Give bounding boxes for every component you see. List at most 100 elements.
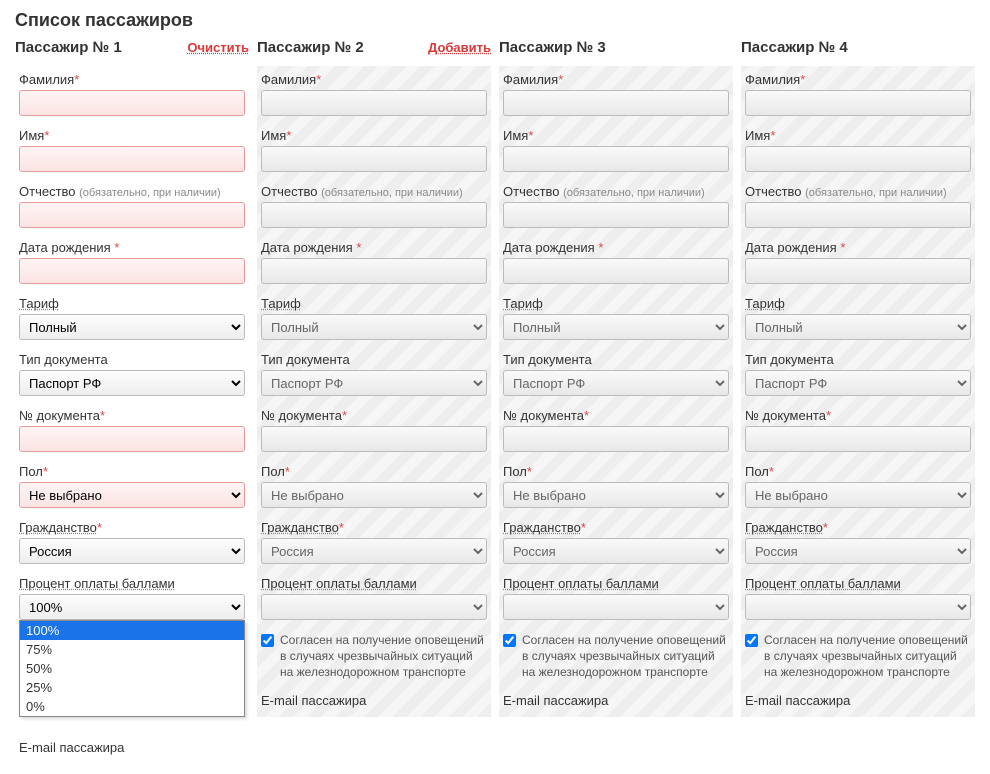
patronymic-input[interactable] bbox=[745, 202, 971, 228]
patronymic-input[interactable] bbox=[261, 202, 487, 228]
tariff-select[interactable]: Полный bbox=[261, 314, 487, 340]
gender-label: Пол* bbox=[19, 464, 245, 479]
doc-type-label: Тип документа bbox=[745, 352, 971, 367]
consent-checkbox[interactable] bbox=[261, 634, 274, 647]
surname-input[interactable] bbox=[261, 90, 487, 116]
gender-select[interactable]: Не выбрано bbox=[745, 482, 971, 508]
name-label: Имя* bbox=[261, 128, 487, 143]
citizenship-label: Гражданство* bbox=[745, 520, 971, 535]
gender-select[interactable]: Не выбрано bbox=[503, 482, 729, 508]
doc-type-label: Тип документа bbox=[19, 352, 245, 367]
consent-block: Согласен на получение оповещений в случа… bbox=[745, 632, 971, 681]
citizenship-label: Гражданство* bbox=[503, 520, 729, 535]
gender-label: Пол* bbox=[261, 464, 487, 479]
passenger-body: Фамилия*Имя*Отчество (обязательно, при н… bbox=[15, 66, 249, 764]
add-link[interactable]: Добавить bbox=[428, 40, 491, 55]
gender-label: Пол* bbox=[503, 464, 729, 479]
doc-type-label: Тип документа bbox=[261, 352, 487, 367]
consent-checkbox[interactable] bbox=[745, 634, 758, 647]
dob-input[interactable] bbox=[19, 258, 245, 284]
tariff-label: Тариф bbox=[261, 296, 487, 311]
passenger-body: Фамилия*Имя*Отчество (обязательно, при н… bbox=[499, 66, 733, 717]
tariff-label: Тариф bbox=[745, 296, 971, 311]
passenger-column-4: Пассажир № 4 Фамилия* Имя* Отчество (обязат… bbox=[741, 39, 975, 764]
citizenship-label: Гражданство* bbox=[261, 520, 487, 535]
doc-no-label: № документа* bbox=[261, 408, 487, 423]
points-percent-dropdown[interactable]: 100%75%50%25%0% bbox=[19, 620, 245, 717]
points-option[interactable]: 0% bbox=[20, 697, 244, 716]
name-label: Имя* bbox=[19, 128, 245, 143]
patronymic-label: Отчество (обязательно, при наличии) bbox=[745, 184, 971, 199]
patronymic-input[interactable] bbox=[503, 202, 729, 228]
patronymic-label: Отчество (обязательно, при наличии) bbox=[261, 184, 487, 199]
tariff-label: Тариф bbox=[19, 296, 245, 311]
surname-label: Фамилия* bbox=[745, 72, 971, 87]
dob-input[interactable] bbox=[261, 258, 487, 284]
points-option[interactable]: 50% bbox=[20, 659, 244, 678]
passenger-column-1: Пассажир № 1ОчиститьФамилия*Имя*Отчество… bbox=[15, 39, 249, 764]
passenger-header: Пассажир № 2 Добавить bbox=[257, 39, 491, 56]
gender-select[interactable]: Не выбрано bbox=[19, 482, 245, 508]
points-percent-select[interactable]: 100% bbox=[19, 594, 245, 620]
clear-link[interactable]: Очистить bbox=[187, 40, 249, 55]
consent-text: Согласен на получение оповещений в случа… bbox=[280, 632, 487, 681]
tariff-label: Тариф bbox=[503, 296, 729, 311]
points-option[interactable]: 100% bbox=[20, 621, 244, 640]
patronymic-input[interactable] bbox=[19, 202, 245, 228]
tariff-select[interactable]: Полный bbox=[503, 314, 729, 340]
points-percent-label: Процент оплаты баллами bbox=[503, 576, 729, 591]
passenger-header: Пассажир № 1Очистить bbox=[15, 39, 249, 56]
surname-input[interactable] bbox=[19, 90, 245, 116]
doc-type-select[interactable]: Паспорт РФ bbox=[261, 370, 487, 396]
surname-label: Фамилия* bbox=[19, 72, 245, 87]
passenger-title: Пассажир № 2 bbox=[257, 39, 364, 56]
doc-no-input[interactable] bbox=[19, 426, 245, 452]
dob-input[interactable] bbox=[745, 258, 971, 284]
points-option[interactable]: 75% bbox=[20, 640, 244, 659]
name-input[interactable] bbox=[261, 146, 487, 172]
points-percent-select[interactable] bbox=[261, 594, 487, 620]
email-label: E-mail пассажира bbox=[503, 693, 729, 708]
passenger-column-3: Пассажир № 3 Фамилия*Имя*Отчество (обязат… bbox=[499, 39, 733, 764]
surname-input[interactable] bbox=[503, 90, 729, 116]
consent-checkbox[interactable] bbox=[503, 634, 516, 647]
points-percent-select[interactable] bbox=[503, 594, 729, 620]
name-label: Имя* bbox=[503, 128, 729, 143]
points-percent-select[interactable] bbox=[745, 594, 971, 620]
doc-type-select[interactable]: Паспорт РФ bbox=[745, 370, 971, 396]
passenger-body: Фамилия*Имя*Отчество (обязательно, при н… bbox=[257, 66, 491, 717]
page-title: Список пассажиров bbox=[15, 10, 975, 31]
citizenship-select[interactable]: Россия bbox=[19, 538, 245, 564]
email-label: E-mail пассажира bbox=[745, 693, 971, 708]
name-input[interactable] bbox=[19, 146, 245, 172]
gender-select[interactable]: Не выбрано bbox=[261, 482, 487, 508]
passenger-title: Пассажир № 4 bbox=[741, 39, 848, 56]
doc-no-label: № документа* bbox=[745, 408, 971, 423]
email-label: E-mail пассажира bbox=[261, 693, 487, 708]
consent-block: Согласен на получение оповещений в случа… bbox=[503, 632, 729, 681]
consent-block: Согласен на получение оповещений в случа… bbox=[261, 632, 487, 681]
doc-type-label: Тип документа bbox=[503, 352, 729, 367]
doc-no-label: № документа* bbox=[503, 408, 729, 423]
tariff-select[interactable]: Полный bbox=[19, 314, 245, 340]
doc-no-label: № документа* bbox=[19, 408, 245, 423]
citizenship-select[interactable]: Россия bbox=[503, 538, 729, 564]
citizenship-select[interactable]: Россия bbox=[745, 538, 971, 564]
dob-label: Дата рождения * bbox=[745, 240, 971, 255]
points-percent-label: Процент оплаты баллами bbox=[19, 576, 245, 591]
doc-type-select[interactable]: Паспорт РФ bbox=[19, 370, 245, 396]
points-percent-label: Процент оплаты баллами bbox=[261, 576, 487, 591]
tariff-select[interactable]: Полный bbox=[745, 314, 971, 340]
points-option[interactable]: 25% bbox=[20, 678, 244, 697]
doc-type-select[interactable]: Паспорт РФ bbox=[503, 370, 729, 396]
doc-no-input[interactable] bbox=[745, 426, 971, 452]
name-input[interactable] bbox=[503, 146, 729, 172]
passenger-header: Пассажир № 3 bbox=[499, 39, 733, 56]
doc-no-input[interactable] bbox=[261, 426, 487, 452]
name-input[interactable] bbox=[745, 146, 971, 172]
dob-input[interactable] bbox=[503, 258, 729, 284]
doc-no-input[interactable] bbox=[503, 426, 729, 452]
surname-input[interactable] bbox=[745, 90, 971, 116]
name-label: Имя* bbox=[745, 128, 971, 143]
citizenship-select[interactable]: Россия bbox=[261, 538, 487, 564]
